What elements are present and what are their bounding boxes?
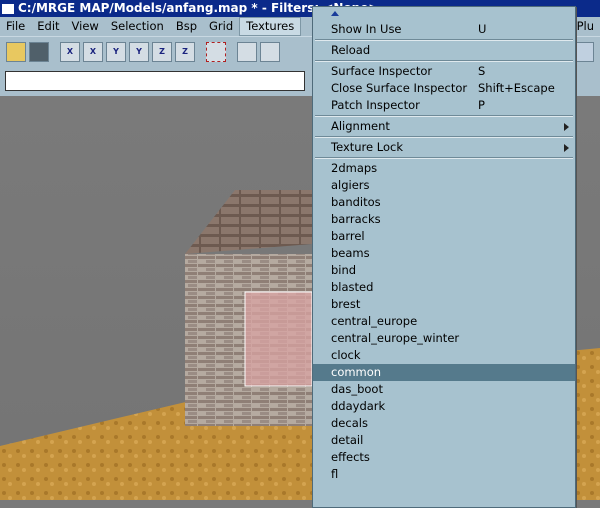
- submenu-arrow-icon: [564, 144, 569, 152]
- textures-dropdown: Show In Use U Reload Surface Inspector S C…: [312, 6, 576, 508]
- texture-folder-item[interactable]: algiers: [313, 177, 575, 194]
- folder-label: 2dmaps: [331, 161, 378, 175]
- texture-folder-item[interactable]: barrel: [313, 228, 575, 245]
- folder-label: clock: [331, 348, 361, 362]
- folder-label: bind: [331, 263, 357, 277]
- texture-folder-item[interactable]: ddaydark: [313, 398, 575, 415]
- texture-folder-item[interactable]: beams: [313, 245, 575, 262]
- open-folder-icon[interactable]: [6, 42, 26, 62]
- folder-label: detail: [331, 433, 364, 447]
- folder-label: blasted: [331, 280, 374, 294]
- folder-label: ddaydark: [331, 399, 386, 413]
- menu-item-label: Texture Lock: [331, 140, 403, 154]
- folder-label: das_boot: [331, 382, 383, 396]
- folder-label: brest: [331, 297, 361, 311]
- menu-item-label: Show In Use: [331, 22, 402, 36]
- texture-folder-item[interactable]: barracks: [313, 211, 575, 228]
- menu-item-label: Reload: [331, 43, 371, 57]
- menu-edit[interactable]: Edit: [31, 17, 65, 36]
- texture-folder-item[interactable]: detail: [313, 432, 575, 449]
- texture-folder-item[interactable]: bind: [313, 262, 575, 279]
- menu-item-alignment[interactable]: Alignment: [313, 118, 575, 135]
- select-touching-icon[interactable]: [260, 42, 280, 62]
- flip-z-icon[interactable]: Z: [152, 42, 172, 62]
- flip-x-label: X: [66, 47, 74, 56]
- menu-view[interactable]: View: [66, 17, 105, 36]
- texture-folder-item-selected[interactable]: common: [313, 364, 575, 381]
- menu-file[interactable]: File: [0, 17, 31, 36]
- menu-textures[interactable]: Textures: [239, 17, 302, 36]
- menu-item-shortcut: P: [478, 98, 485, 112]
- rotate-y-label: Y: [136, 47, 142, 56]
- menu-item-show-in-use[interactable]: Show In Use U: [313, 21, 575, 38]
- texture-folder-item[interactable]: decals: [313, 415, 575, 432]
- texture-folder-item[interactable]: banditos: [313, 194, 575, 211]
- folder-label: beams: [331, 246, 370, 260]
- rotate-x-icon[interactable]: X: [83, 42, 103, 62]
- menu-grid[interactable]: Grid: [203, 17, 239, 36]
- menu-item-label: Close Surface Inspector: [331, 81, 468, 95]
- texture-folder-item[interactable]: fl: [313, 466, 575, 483]
- folder-label: effects: [331, 450, 370, 464]
- save-icon[interactable]: [29, 42, 49, 62]
- folder-label: barracks: [331, 212, 381, 226]
- texture-folder-item[interactable]: brest: [313, 296, 575, 313]
- select-inside-icon[interactable]: [237, 42, 257, 62]
- rotate-z-label: Z: [182, 47, 188, 56]
- flip-y-icon[interactable]: Y: [106, 42, 126, 62]
- menu-item-reload[interactable]: Reload: [313, 42, 575, 59]
- menu-item-shortcut: U: [478, 22, 487, 36]
- texture-folder-item[interactable]: blasted: [313, 279, 575, 296]
- folder-label: central_europe_winter: [331, 331, 460, 345]
- submenu-arrow-icon: [564, 123, 569, 131]
- menu-item-shortcut: Shift+Escape: [478, 81, 555, 95]
- menu-bsp[interactable]: Bsp: [170, 17, 203, 36]
- select-complete-icon[interactable]: [206, 42, 226, 62]
- menu-item-surface-inspector[interactable]: Surface Inspector S: [313, 63, 575, 80]
- folder-label: banditos: [331, 195, 381, 209]
- folder-label: algiers: [331, 178, 370, 192]
- texture-folder-item[interactable]: central_europe: [313, 313, 575, 330]
- texture-tool-icon[interactable]: [574, 42, 594, 62]
- rotate-x-label: X: [89, 47, 97, 56]
- rotate-z-icon[interactable]: Z: [175, 42, 195, 62]
- menu-item-label: Patch Inspector: [331, 98, 420, 112]
- folder-label: central_europe: [331, 314, 418, 328]
- folder-label: barrel: [331, 229, 365, 243]
- folder-label: fl: [331, 467, 339, 481]
- command-input[interactable]: [5, 71, 305, 91]
- rotate-y-icon[interactable]: Y: [129, 42, 149, 62]
- flip-z-label: Z: [159, 47, 165, 56]
- flip-x-icon[interactable]: X: [60, 42, 80, 62]
- menu-item-label: Alignment: [331, 119, 390, 133]
- menu-selection[interactable]: Selection: [105, 17, 170, 36]
- menu-item-label: Surface Inspector: [331, 64, 433, 78]
- flip-y-label: Y: [113, 47, 119, 56]
- texture-folder-item[interactable]: das_boot: [313, 381, 575, 398]
- texture-folder-item[interactable]: effects: [313, 449, 575, 466]
- texture-folder-item[interactable]: clock: [313, 347, 575, 364]
- folder-label: decals: [331, 416, 368, 430]
- menu-item-close-surface-inspector[interactable]: Close Surface Inspector Shift+Escape: [313, 80, 575, 97]
- menu-item-patch-inspector[interactable]: Patch Inspector P: [313, 97, 575, 114]
- texture-folder-item[interactable]: central_europe_winter: [313, 330, 575, 347]
- folder-label: common: [331, 365, 382, 379]
- menu-item-shortcut: S: [478, 64, 486, 78]
- scroll-up-arrow-icon[interactable]: [313, 7, 575, 21]
- selected-brush[interactable]: [244, 291, 313, 387]
- texture-folder-item[interactable]: 2dmaps: [313, 160, 575, 177]
- menu-item-texture-lock[interactable]: Texture Lock: [313, 139, 575, 156]
- app-icon[interactable]: [2, 3, 14, 14]
